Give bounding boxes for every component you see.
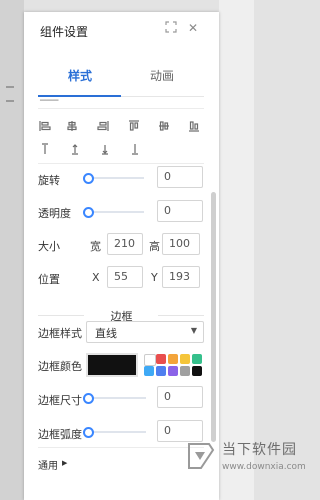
tab-style[interactable]: 样式 [68, 67, 92, 84]
y-input[interactable]: 193 [162, 266, 200, 288]
color-swatch[interactable] [144, 354, 156, 366]
border-radius-slider-handle[interactable] [83, 427, 94, 438]
panel-title: 组件设置 [40, 25, 89, 39]
border-width-slider-handle[interactable] [83, 393, 94, 404]
opacity-slider-track[interactable] [86, 211, 144, 213]
divider [38, 447, 204, 448]
border-style-value: 直线 [95, 327, 117, 340]
component-settings-panel: 组件设置 ✕ 样式 动画 ▔▔▔ 旋转 0 透明度 0 大小 宽 210 高 1… [24, 12, 219, 500]
border-color-swatch[interactable] [86, 353, 138, 377]
x-label: X [92, 271, 100, 284]
background-mark [6, 86, 14, 88]
color-swatch[interactable] [156, 366, 166, 376]
background-left-strip [0, 0, 24, 500]
border-width-input[interactable]: 0 [157, 386, 203, 408]
align-top-icon[interactable] [127, 119, 141, 133]
height-label: 高 [149, 240, 160, 253]
y-label: Y [151, 271, 158, 284]
distribute-up-icon[interactable] [68, 142, 82, 156]
tab-animation[interactable]: 动画 [150, 67, 174, 84]
background-right-strip [219, 0, 254, 500]
rotate-input[interactable]: 0 [157, 166, 203, 188]
scrollbar[interactable] [211, 192, 216, 442]
position-label: 位置 [38, 273, 60, 286]
section-line-right [158, 315, 204, 316]
width-input[interactable]: 210 [107, 233, 143, 255]
color-swatch[interactable] [192, 366, 202, 376]
watermark-url: www.downxia.com [222, 462, 306, 472]
expand-icon[interactable] [165, 21, 177, 36]
align-bottom-icon[interactable] [187, 119, 201, 133]
rotate-label: 旋转 [38, 174, 60, 187]
border-width-label: 边框尺寸 [38, 394, 82, 407]
active-tab-indicator [38, 95, 121, 97]
watermark-logo-icon [183, 440, 219, 472]
height-input[interactable]: 100 [162, 233, 200, 255]
align-middle-v-icon[interactable] [157, 119, 171, 133]
divider [38, 108, 204, 109]
size-label: 大小 [38, 240, 60, 253]
distribute-top-icon[interactable] [38, 142, 52, 156]
color-swatch[interactable] [168, 354, 178, 364]
border-style-label: 边框样式 [38, 327, 82, 340]
distribute-down-icon[interactable] [98, 142, 112, 156]
color-swatch[interactable] [144, 366, 154, 376]
opacity-slider-handle[interactable] [83, 207, 94, 218]
opacity-input[interactable]: 0 [157, 200, 203, 222]
align-right-icon[interactable] [96, 119, 110, 133]
chevron-down-icon: ▼ [190, 326, 197, 335]
border-radius-label: 边框弧度 [38, 428, 82, 441]
tab-bar: 样式 动画 [38, 62, 204, 97]
watermark-title: 当下软件园 [222, 442, 297, 458]
border-style-select[interactable]: 直线 ▼ [86, 321, 204, 343]
align-center-h-icon[interactable] [65, 119, 79, 133]
width-label: 宽 [90, 240, 101, 253]
x-input[interactable]: 55 [107, 266, 143, 288]
background-mark [6, 100, 14, 102]
rotate-slider-track[interactable] [86, 177, 144, 179]
color-swatch[interactable] [168, 366, 178, 376]
opacity-label: 透明度 [38, 207, 71, 220]
color-swatch[interactable] [180, 354, 190, 364]
border-radius-input[interactable]: 0 [157, 420, 203, 442]
border-color-label: 边框颜色 [38, 360, 82, 373]
chevron-right-icon: ▶ [62, 459, 68, 467]
rotate-slider-handle[interactable] [83, 173, 94, 184]
color-swatch[interactable] [156, 354, 166, 364]
color-swatch[interactable] [180, 366, 190, 376]
divider [38, 163, 204, 164]
align-left-icon[interactable] [38, 119, 52, 133]
border-radius-slider-track[interactable] [86, 431, 146, 433]
general-section-toggle[interactable]: 通用 [38, 457, 58, 472]
close-icon[interactable]: ✕ [188, 21, 198, 35]
color-swatch[interactable] [192, 354, 202, 364]
border-width-slider-track[interactable] [86, 397, 146, 399]
distribute-bottom-icon[interactable] [128, 142, 142, 156]
